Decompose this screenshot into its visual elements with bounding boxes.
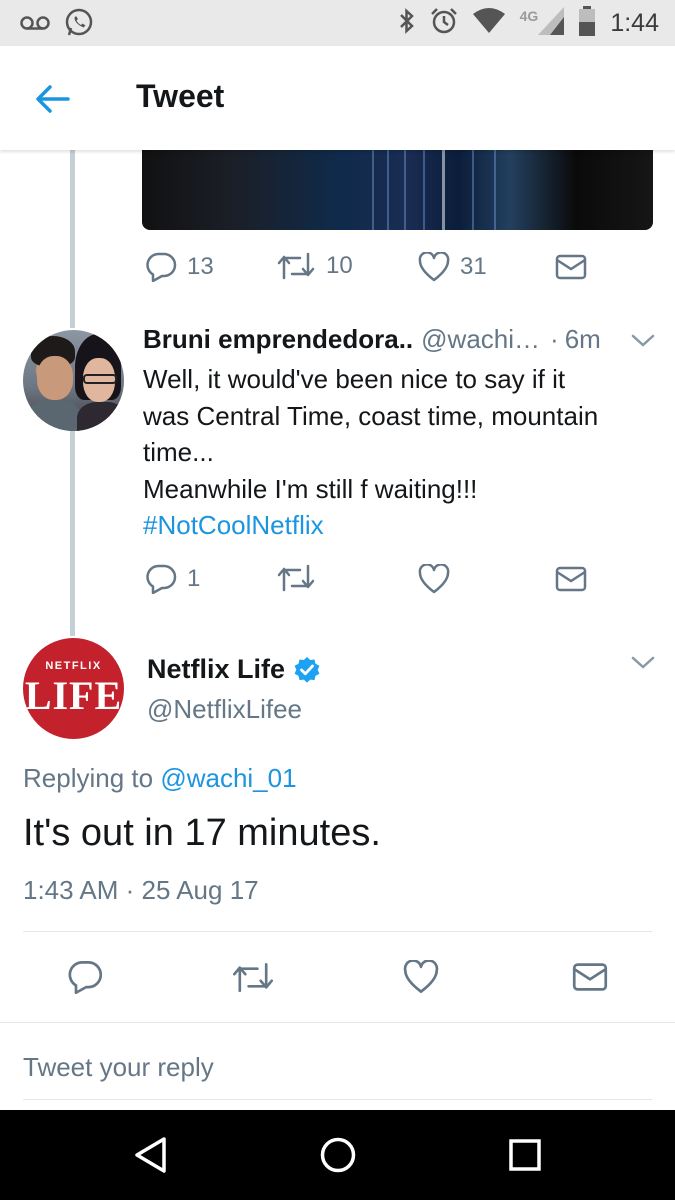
network-type: 4G — [519, 7, 539, 24]
envelope-icon — [555, 566, 587, 592]
like-action[interactable] — [403, 960, 439, 994]
username[interactable]: @wachi… — [421, 324, 540, 355]
thread-connector — [70, 430, 75, 636]
avatar-logo-text: LIFE — [24, 673, 123, 718]
divider — [23, 931, 652, 932]
reply-input-underline — [23, 1099, 652, 1100]
mention-link[interactable]: @wachi_01 — [160, 763, 296, 793]
nav-home-button[interactable] — [319, 1136, 357, 1179]
divider — [0, 1022, 675, 1023]
avatar[interactable]: NETFLIX LIFE — [23, 638, 124, 739]
replying-prefix: Replying to — [23, 763, 161, 793]
retweet-count: 10 — [326, 252, 353, 279]
separator: · — [550, 324, 559, 354]
signal-icon — [538, 7, 565, 40]
page-title: Tweet — [136, 78, 225, 114]
avatar-logo-text: NETFLIX — [45, 660, 102, 672]
retweet-action[interactable] — [231, 962, 275, 993]
envelope-icon — [572, 963, 608, 991]
tweet-age: 6m — [564, 324, 601, 354]
replying-to: Replying to @wachi_01 — [23, 763, 297, 794]
like-count: 31 — [460, 253, 487, 280]
tweet-text: It's out in 17 minutes. — [23, 812, 381, 854]
chevron-down-icon — [631, 656, 655, 669]
bluetooth-icon — [398, 7, 416, 40]
reply-count: 1 — [187, 565, 201, 592]
avatar[interactable] — [23, 330, 124, 431]
retweet-icon — [277, 252, 315, 280]
top-app-bar: Tweet — [0, 46, 675, 150]
envelope-icon — [555, 254, 587, 280]
wifi-icon — [472, 8, 506, 39]
retweet-icon — [232, 962, 274, 993]
verified-badge-icon — [294, 656, 320, 683]
status-bar: 4G 1:44 — [0, 0, 675, 46]
tweet-media-image[interactable] — [142, 150, 653, 230]
tweet-text: Well, it would've been nice to say if it… — [143, 361, 653, 544]
heart-icon — [403, 960, 439, 993]
retweet-icon — [277, 564, 315, 592]
nav-home-icon — [320, 1137, 356, 1173]
reply-count: 13 — [187, 253, 214, 280]
tweet-text-line: time... — [143, 437, 214, 467]
like-action[interactable]: 31 — [418, 252, 487, 282]
tweet-timestamp: 1:43 AM · 25 Aug 17 — [23, 875, 259, 905]
retweet-action[interactable]: 10 — [276, 252, 353, 280]
tweet-header: Bruni emprendedora.. @wachi… · 6m — [143, 324, 601, 355]
reply-icon — [146, 252, 177, 282]
reply-action[interactable]: 13 — [145, 252, 214, 282]
nav-back-icon — [135, 1137, 166, 1173]
battery-icon — [578, 6, 596, 41]
voicemail-icon — [20, 15, 50, 36]
display-name[interactable]: Bruni emprendedora.. — [143, 324, 413, 355]
tweet-text-line: Meanwhile I'm still f waiting!!! — [143, 473, 478, 504]
reply-input[interactable]: Tweet your reply — [23, 1052, 214, 1083]
display-name[interactable]: Netflix Life — [147, 654, 285, 685]
dm-action[interactable] — [572, 962, 608, 992]
tweet-menu-button[interactable] — [630, 655, 656, 676]
reply-action[interactable] — [67, 960, 103, 994]
nav-recents-icon — [509, 1139, 541, 1171]
clock: 1:44 — [610, 9, 659, 37]
reply-icon — [146, 564, 177, 594]
author-row: Netflix Life — [147, 654, 321, 685]
chevron-down-icon — [631, 334, 655, 347]
back-button[interactable] — [32, 78, 74, 120]
username[interactable]: @NetflixLifee — [147, 694, 302, 725]
heart-icon — [418, 252, 450, 282]
heart-icon — [418, 564, 450, 594]
nav-recents-button[interactable] — [508, 1138, 542, 1177]
reply-icon — [68, 961, 103, 994]
like-action[interactable] — [418, 564, 450, 594]
whatsapp-icon — [64, 8, 94, 43]
reply-action[interactable]: 1 — [145, 564, 200, 594]
thread-connector — [70, 150, 75, 328]
alarm-icon — [430, 7, 458, 40]
hashtag-link[interactable]: #NotCoolNetflix — [143, 507, 653, 544]
tweet-text-line: was Central Time, coast time, mountain — [143, 400, 599, 431]
system-navigation-bar — [0, 1110, 675, 1200]
nav-back-button[interactable] — [132, 1136, 168, 1179]
dm-action[interactable] — [555, 254, 587, 280]
back-arrow-icon — [36, 85, 70, 113]
dm-action[interactable] — [555, 566, 587, 592]
retweet-action[interactable] — [276, 564, 316, 592]
tweet-text-line: Well, it would've been nice to say if it — [143, 364, 566, 394]
tweet-menu-button[interactable] — [630, 333, 656, 354]
